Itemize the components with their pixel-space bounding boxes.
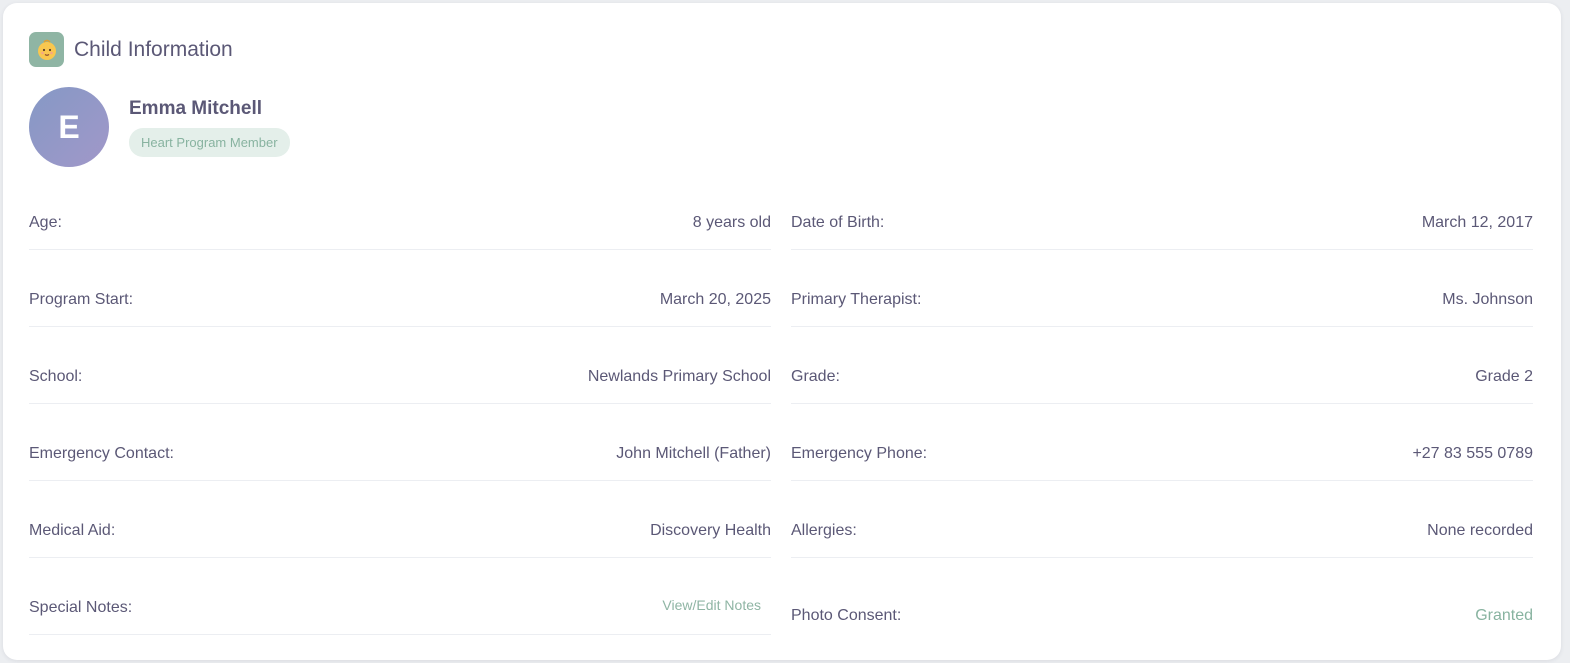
allergies-label: Allergies: (791, 521, 857, 539)
primary-therapist-value: Ms. Johnson (1442, 290, 1533, 308)
info-row-primary-therapist: Primary Therapist: Ms. Johnson (791, 273, 1533, 350)
emergency-phone-label: Emergency Phone: (791, 444, 928, 462)
medical-aid-label: Medical Aid: (29, 521, 116, 539)
emergency-contact-label: Emergency Contact: (29, 444, 174, 462)
info-row-allergies: Allergies: None recorded (791, 504, 1533, 581)
program-badge: Heart Program Member (129, 127, 290, 157)
grade-value: Grade 2 (1475, 367, 1533, 385)
info-row-special-notes: Special Notes: View/Edit Notes (29, 581, 771, 658)
info-row-emergency-contact: Emergency Contact: John Mitchell (Father… (29, 427, 771, 504)
medical-aid-value: Discovery Health (650, 521, 771, 539)
info-grid: Age: 8 years old Date of Birth: March 12… (29, 196, 1535, 658)
school-value: Newlands Primary School (587, 367, 771, 385)
info-row-grade: Grade: Grade 2 (791, 350, 1533, 427)
card-title: Child Information (74, 37, 233, 61)
photo-consent-label: Photo Consent: (791, 606, 902, 624)
allergies-value: None recorded (1427, 521, 1533, 539)
info-row-school: School: Newlands Primary School (29, 350, 771, 427)
info-row-medical-aid: Medical Aid: Discovery Health (29, 504, 771, 581)
photo-consent-status: Granted (1475, 606, 1533, 624)
date-of-birth-label: Date of Birth: (791, 213, 885, 231)
program-start-label: Program Start: (29, 290, 134, 308)
info-row-age: Age: 8 years old (29, 196, 771, 273)
info-row-emergency-phone: Emergency Phone: +27 83 555 0789 (791, 427, 1533, 504)
card-header: Child Information (29, 32, 233, 67)
date-of-birth-value: March 12, 2017 (1421, 213, 1533, 231)
school-label: School: (29, 367, 83, 385)
view-edit-notes-link[interactable]: View/Edit Notes (662, 597, 761, 613)
program-start-value: March 20, 2025 (659, 290, 771, 308)
emergency-phone-value: +27 83 555 0789 (1412, 444, 1533, 462)
avatar: E (29, 87, 109, 167)
info-row-date-of-birth: Date of Birth: March 12, 2017 (791, 196, 1533, 273)
child-name: Emma Mitchell (129, 97, 263, 119)
info-row-photo-consent: Photo Consent: Granted (791, 581, 1533, 658)
primary-therapist-label: Primary Therapist: (791, 290, 922, 308)
age-label: Age: (29, 213, 62, 231)
emergency-contact-value: John Mitchell (Father) (616, 444, 771, 462)
special-notes-label: Special Notes: (29, 598, 133, 616)
baby-face-icon (29, 32, 64, 67)
grade-label: Grade: (791, 367, 840, 385)
age-value: 8 years old (692, 213, 771, 231)
child-information-card: Child Information E Emma Mitchell Heart … (3, 3, 1561, 660)
child-profile: E Emma Mitchell Heart Program Member (29, 87, 290, 167)
info-row-program-start: Program Start: March 20, 2025 (29, 273, 771, 350)
